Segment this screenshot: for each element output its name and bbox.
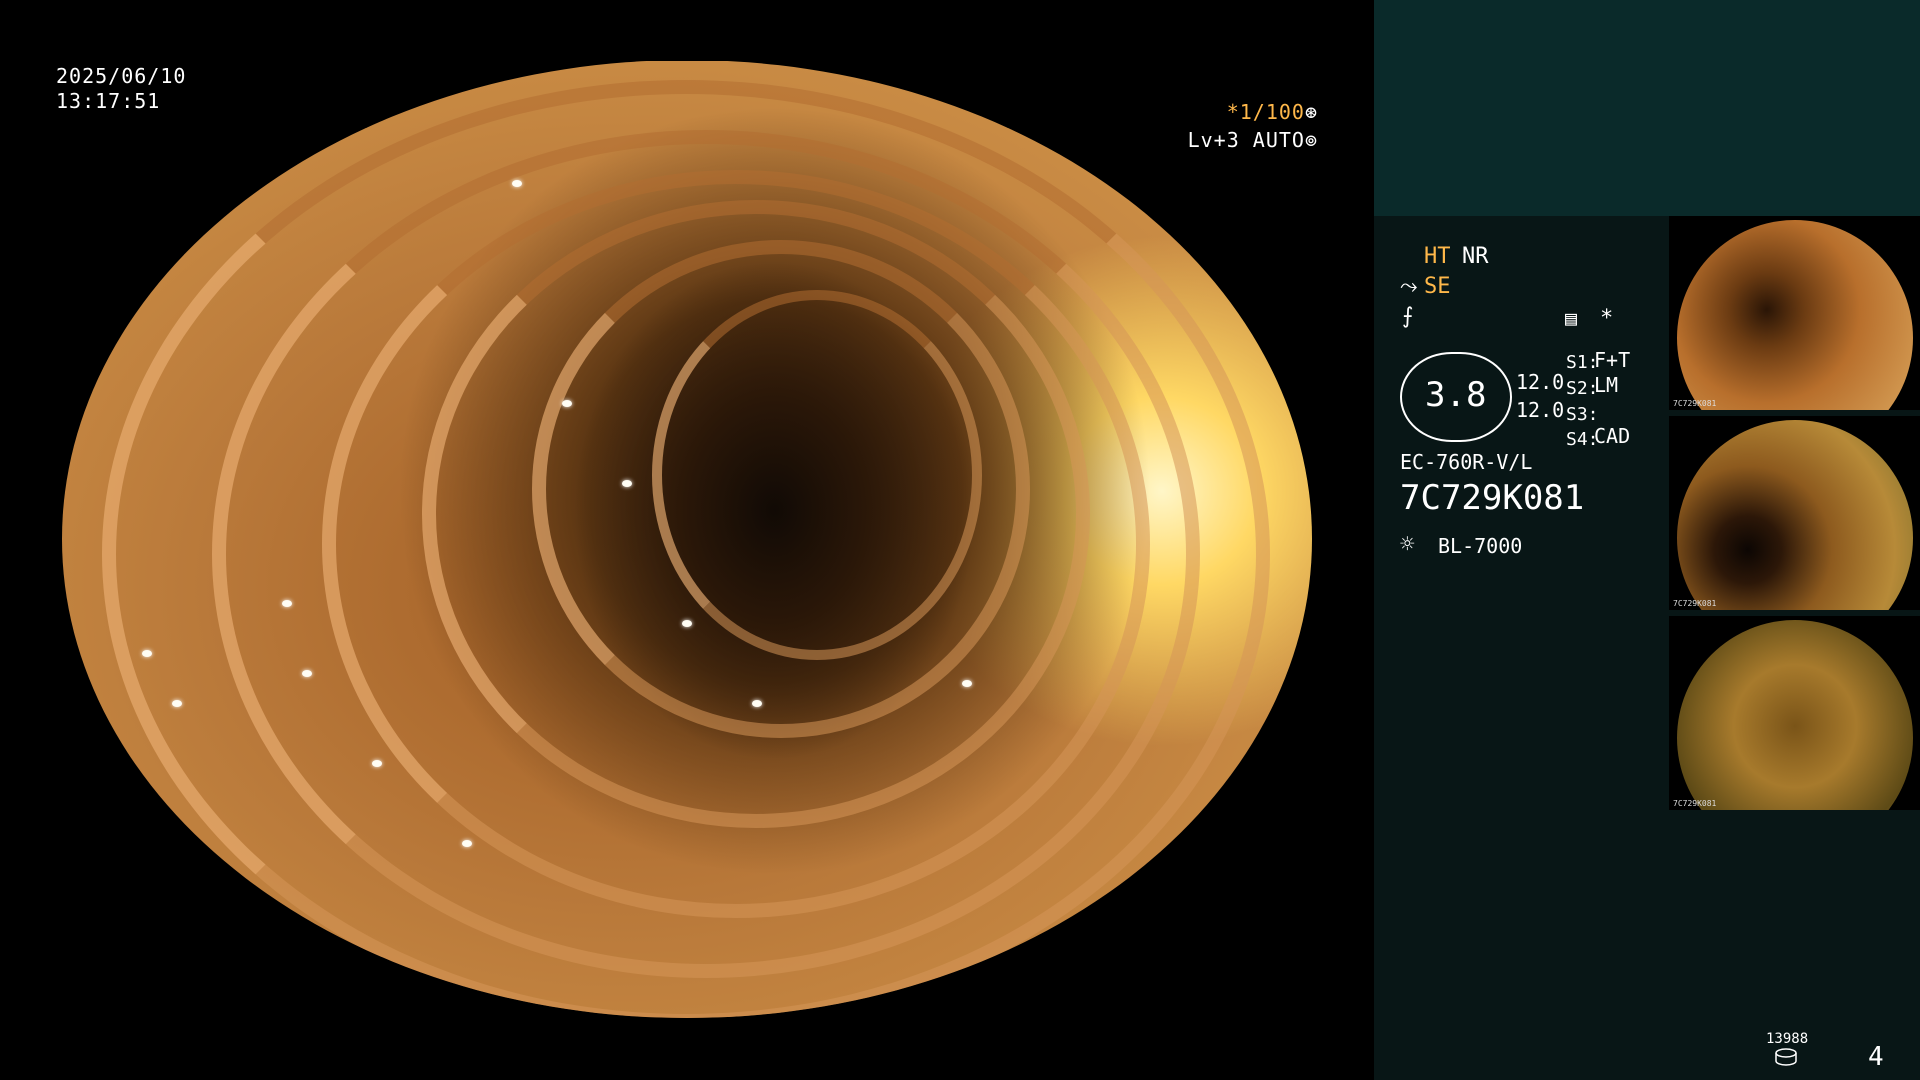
light-reflection [562,400,572,407]
se-indicator: SE [1424,274,1451,299]
setting-value-2: 12.0 [1516,398,1565,422]
endoscope-view [62,61,1312,1018]
light-reflection [752,700,762,707]
storage-icon [1775,1048,1797,1066]
star-indicator: * [1600,306,1614,331]
light-reflection [962,680,972,687]
exam-date: 2025/06/10 [56,64,187,88]
light-reflection [302,670,312,677]
brightness-level-value: Lv+3 AUTO [1187,128,1305,152]
light-reflection [372,760,382,767]
setting-value-1: 12.0 [1516,370,1565,394]
brightness-level: Lv+3 AUTO⊚ [1188,128,1318,152]
captured-thumbnail[interactable]: 7C729K081 [1669,616,1920,810]
freeze-icon: ⨍ [1402,304,1414,329]
zoom-value: 3.8 [1425,375,1487,415]
s4-value: CAD [1594,424,1631,448]
page-number: 4 [1868,1042,1884,1072]
nr-indicator: NR [1462,244,1489,269]
captured-thumbnail[interactable]: 7C729K081 [1669,416,1920,610]
image-counter: 13988 [1766,1031,1809,1047]
mucosal-fold [652,290,982,660]
structure-enhance-icon: ⤳ [1400,274,1418,299]
image-settings-icon: ▤ [1565,306,1578,330]
light-source-model: BL-7000 [1438,534,1523,558]
s2-value: LM [1594,373,1619,397]
light-reflection [172,700,182,707]
auto-mode-icon: ⊚ [1304,128,1318,152]
s1-value: F+T [1594,348,1631,372]
light-reflection [682,620,692,627]
thumbnail-image [1677,220,1913,410]
aperture-icon: ⊛ [1304,100,1318,124]
s3-label: S3: [1566,404,1599,425]
thumbnail-label: 7C729K081 [1673,799,1717,808]
light-reflection [282,600,292,607]
ht-indicator: HT [1424,244,1451,269]
panel-header [1374,0,1920,216]
captured-thumbnail[interactable]: 7C729K081 [1669,216,1920,410]
light-reflection [1072,75,1082,82]
exam-time: 13:17:51 [56,89,161,113]
light-reflection [512,180,522,187]
thumbnail-image [1677,420,1913,610]
light-reflection [622,480,632,487]
thumbnail-label: 7C729K081 [1673,399,1717,408]
shutter-speed-value: *1/100 [1226,100,1305,124]
light-source-icon: ☼ [1400,530,1415,558]
light-reflection [462,840,472,847]
scope-serial: 7C729K081 [1400,478,1585,518]
shutter-speed: *1/100⊛ [1227,100,1318,124]
light-reflection [142,650,152,657]
thumbnail-label: 7C729K081 [1673,599,1717,608]
scope-model: EC-760R-V/L [1400,450,1533,474]
thumbnail-image [1677,620,1913,810]
